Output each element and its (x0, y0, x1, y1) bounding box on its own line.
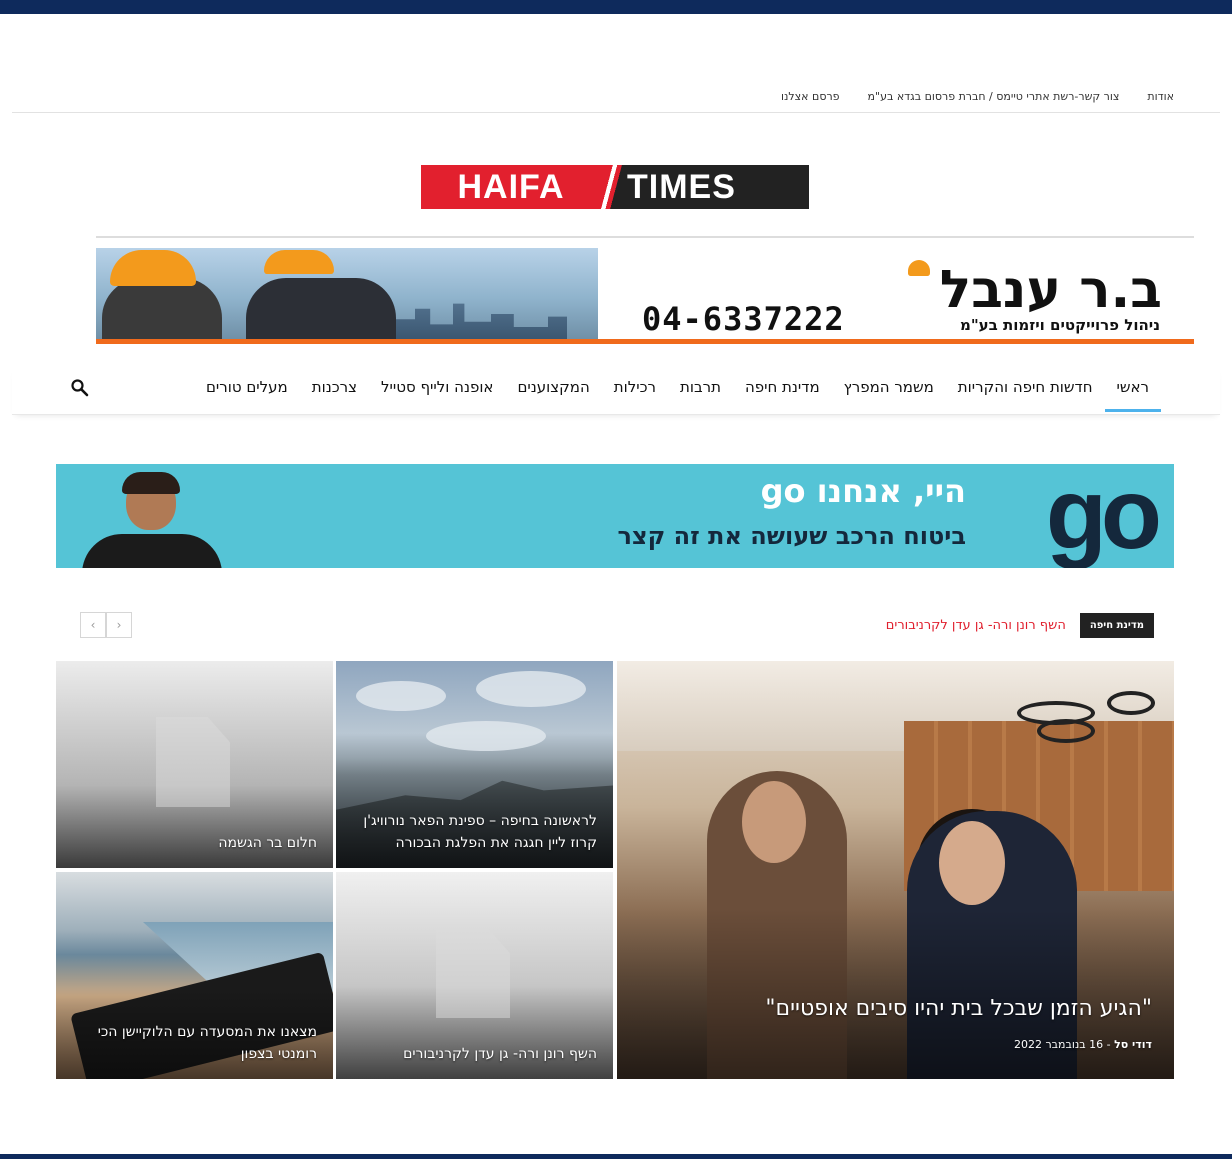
logo-times: TIMES (623, 165, 809, 209)
nav-item[interactable]: ראשי (1104, 378, 1162, 412)
article-tile-rain-title: חלום בר הגשמה (218, 835, 317, 851)
placeholder-document-icon (436, 928, 510, 1018)
nav-item[interactable]: המקצוענים (505, 378, 601, 412)
article-tile-chef[interactable]: השף רונן ורה- גן עדן לקרניבורים (336, 872, 613, 1079)
article-tile-chef-title: השף רונן ורה- גן עדן לקרניבורים (403, 1046, 597, 1062)
go-ad-subline: ביטוח הרכב שעושה את זה קצר (617, 522, 966, 550)
top-ad-banner[interactable]: 04-6337222 ב.ר ענבל ניהול פרוייקטים ויזמ… (96, 236, 1194, 350)
top-link-advertise[interactable]: פרסם אצלנו (781, 90, 840, 103)
go-logo: go (1045, 464, 1162, 568)
search-icon[interactable] (70, 378, 90, 398)
main-navigation: ראשי חדשות חיפה והקריות משמר המפרץ מדינת חי… (12, 366, 1220, 415)
nav-item[interactable]: משמר המפרץ (832, 378, 946, 412)
featured-main-title[interactable]: "הגיע הזמן שבכל בית יהיו סיבים אופטיים" (633, 991, 1152, 1027)
nav-item[interactable]: רכילות (602, 378, 668, 412)
site-logo[interactable]: HAIFA TIMES (421, 165, 809, 209)
article-tile-restaurant[interactable]: מצאנו את המסעדה עם הלוקיישן הכי רומנטי ב… (56, 872, 333, 1079)
ticker-arrows: ‹ › (80, 612, 132, 638)
chevron-right-icon[interactable]: › (106, 612, 132, 638)
ticker-category-tag[interactable]: מדינת חיפה (1079, 613, 1154, 638)
top-links: אודות צור קשר-רשת אתרי טיימס / חברת פרסו… (781, 90, 1174, 103)
article-tile-rain[interactable]: חלום בר הגשמה (56, 661, 333, 868)
top-accent-bar (0, 0, 1232, 14)
nav-item[interactable]: חדשות חיפה והקריות (946, 378, 1105, 412)
meta-separator: - (1103, 1038, 1115, 1051)
go-insurance-ad[interactable]: היי, אנחנו go ביטוח הרכב שעושה את זה קצר… (56, 464, 1174, 568)
hard-hat-icon (908, 260, 930, 276)
ad-person-image (82, 472, 222, 568)
top-link-contact[interactable]: צור קשר-רשת אתרי טיימס / חברת פרסום בגדא… (868, 90, 1120, 103)
featured-article-main[interactable]: "הגיע הזמן שבכל בית יהיו סיבים אופטיים" … (617, 661, 1174, 1079)
breaking-news-ticker: מדינת חיפה השף רונן ורה- גן עדן לקרניבור… (886, 613, 1154, 638)
ad-orange-stripe (96, 339, 1194, 344)
nav-item[interactable]: צרכנות (300, 378, 369, 412)
bottom-accent-bar (0, 1154, 1232, 1159)
featured-main-meta: דודי סל - 16 בנובמבר 2022 (633, 1027, 1152, 1063)
ad-brand-name: ב.ר ענבל (939, 260, 1162, 320)
ad-photo-engineers (96, 248, 598, 340)
nav-item[interactable]: אופנה ולייף סטייל (369, 378, 505, 412)
article-tile-cruise-title: לראשונה בחיפה – ספינת הפאר נורוויג'ן קרו… (363, 813, 597, 851)
placeholder-document-icon (156, 717, 230, 807)
nav-item[interactable]: תרבות (668, 378, 733, 412)
article-tile-restaurant-title: מצאנו את המסעדה עם הלוקיישן הכי רומנטי ב… (97, 1024, 317, 1062)
top-link-about[interactable]: אודות (1147, 90, 1174, 103)
header-divider (12, 112, 1220, 113)
nav-item[interactable]: מדינת חיפה (733, 378, 832, 412)
ad-tagline: ניהול פרוייקטים ויזמות בע"מ (959, 316, 1160, 334)
logo-haifa: HAIFA (421, 165, 601, 209)
ad-phone-number: 04-6337222 (642, 300, 845, 338)
article-date: 16 בנובמבר 2022 (1013, 1038, 1104, 1051)
go-ad-headline: היי, אנחנו go (760, 472, 966, 510)
nav-item[interactable]: מעלים טורים (194, 378, 300, 412)
featured-grid: "הגיע הזמן שבכל בית יהיו סיבים אופטיים" … (56, 661, 1174, 1079)
article-author[interactable]: דודי סל (1114, 1038, 1152, 1051)
chevron-left-icon[interactable]: ‹ (80, 612, 106, 638)
article-tile-cruise[interactable]: לראשונה בחיפה – ספינת הפאר נורוויג'ן קרו… (336, 661, 613, 868)
ticker-headline[interactable]: השף רונן ורה- גן עדן לקרניבורים (886, 618, 1066, 633)
logo-slash (601, 165, 623, 209)
